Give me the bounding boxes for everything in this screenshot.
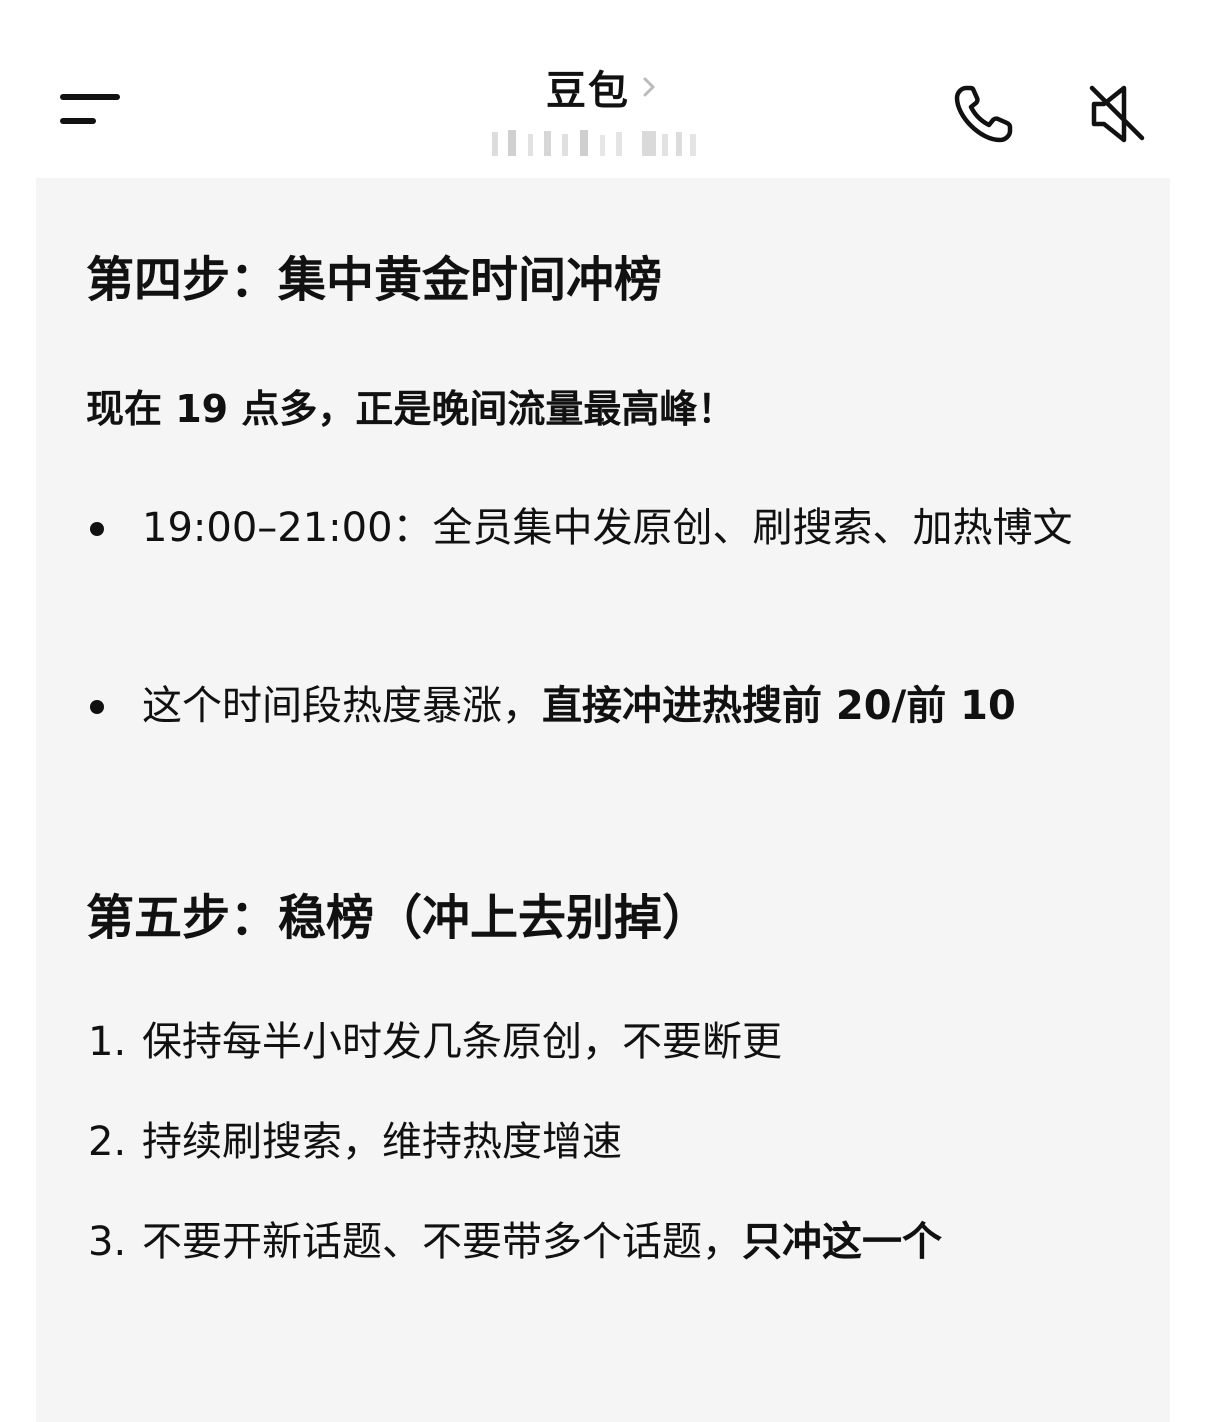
chat-title-button[interactable]: 豆包 bbox=[546, 58, 660, 116]
bullet-dot bbox=[90, 522, 104, 536]
bullet-dot bbox=[90, 700, 104, 714]
bullet-text: 19:00–21:00：全员集中发原创、刷搜索、加热博文 bbox=[142, 505, 1073, 551]
voice-call-button[interactable] bbox=[950, 80, 1018, 148]
phone-icon bbox=[954, 85, 1013, 143]
list-text: 不要开新话题、不要带多个话题， bbox=[142, 1219, 742, 1265]
list-text-bold: 只冲这一个 bbox=[742, 1219, 942, 1265]
speaker-mute-icon bbox=[1089, 85, 1145, 143]
list-text: 持续刷搜索，维持热度增速 bbox=[142, 1119, 622, 1165]
chat-title: 豆包 bbox=[546, 68, 630, 114]
app-header: 豆包 bbox=[0, 0, 1206, 176]
assistant-message: 第四步：集中黄金时间冲榜 现在 19 点多，正是晚间流量最高峰！ 19:00–2… bbox=[36, 178, 1170, 1422]
bullet-text: 这个时间段热度暴涨， bbox=[142, 683, 542, 729]
bullet-item: 这个时间段热度暴涨，直接冲进热搜前 20/前 10 bbox=[86, 668, 1126, 744]
list-item: 3. 不要开新话题、不要带多个话题，只冲这一个 bbox=[86, 1204, 1126, 1280]
section-lead: 现在 19 点多，正是晚间流量最高峰！ bbox=[86, 387, 736, 431]
title-bar: 豆包 bbox=[0, 58, 1206, 116]
list-item: 1. 保持每半小时发几条原创，不要断更 bbox=[86, 1004, 1126, 1080]
list-number: 2. bbox=[88, 1119, 127, 1165]
bullet-text-bold: 直接冲进热搜前 20/前 10 bbox=[542, 683, 1016, 729]
list-item: 2. 持续刷搜索，维持热度增速 bbox=[86, 1104, 1126, 1180]
blurred-subtitle bbox=[492, 130, 696, 156]
list-number: 1. bbox=[88, 1019, 127, 1065]
chevron-right-icon bbox=[640, 67, 660, 107]
list-number: 3. bbox=[88, 1219, 127, 1265]
section-heading-step4: 第四步：集中黄金时间冲榜 bbox=[86, 252, 663, 308]
list-text: 保持每半小时发几条原创，不要断更 bbox=[142, 1019, 782, 1065]
section-heading-step5: 第五步：稳榜（冲上去别掉） bbox=[86, 890, 711, 946]
mute-button[interactable] bbox=[1084, 80, 1152, 148]
bullet-item: 19:00–21:00：全员集中发原创、刷搜索、加热博文 bbox=[86, 490, 1126, 566]
